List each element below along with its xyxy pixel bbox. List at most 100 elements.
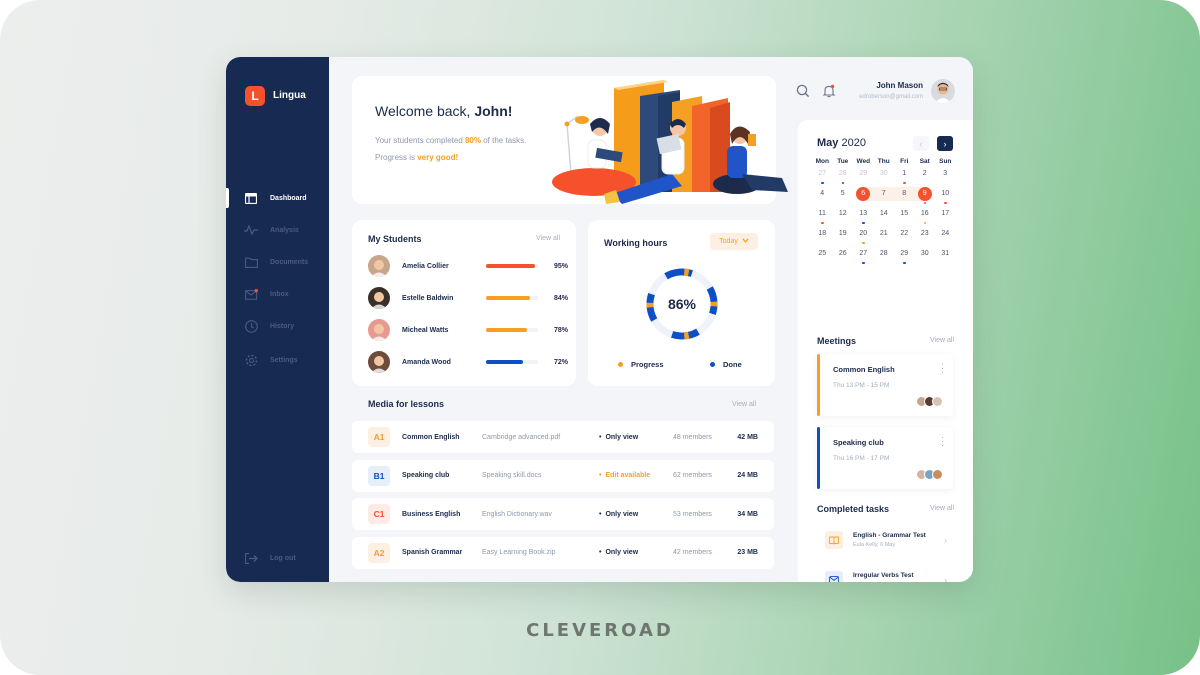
calendar-day[interactable]: 30 [874,166,895,185]
media-permission: • Only view [599,510,639,518]
calendar-day[interactable]: 8 [894,186,915,205]
calendar-day[interactable]: 3 [935,166,956,185]
calendar-day[interactable]: 29 [853,166,874,185]
calendar-week: 27 28 29 30 1 2 3 [812,166,964,185]
meetings-view-all-link[interactable]: View all [930,337,954,344]
sidebar: L Lingua Dashboard Analysis Documents In… [226,57,329,582]
meeting-card[interactable]: Common English Thu 13 PM - 15 PM · · · [817,354,953,416]
media-file[interactable]: Speaking skill.docs [482,472,599,479]
media-row[interactable]: C1 Business English English Dictionary.wav… [352,498,774,530]
calendar-day[interactable]: 6 [853,186,874,205]
meeting-time: Thu 16 PM - 17 PM [833,455,890,462]
calendar-day[interactable]: 22 [894,226,915,245]
meeting-card[interactable]: Speaking club Thu 16 PM - 17 PM · · · [817,427,953,489]
sidebar-item-settings[interactable]: Settings [226,349,329,371]
calendar-day[interactable]: 29 [894,246,915,265]
logout-button[interactable]: Log out [226,547,329,569]
sidebar-item-analysis[interactable]: Analysis [226,219,329,241]
media-row[interactable]: A1 Common English Cambridge advanced.pdf • O… [352,421,774,453]
calendar-day[interactable]: 30 [915,246,936,265]
calendar-day[interactable]: 28 [833,166,854,185]
donut-progress-segment [683,268,690,277]
calendar-day[interactable]: 31 [935,246,956,265]
media-title: Media for lessons [368,399,445,409]
calendar-day[interactable]: 27 [853,246,874,265]
calendar-day[interactable]: 9 [915,186,936,205]
media-row[interactable]: B1 Speaking club Speaking skill.docs • Edit … [352,459,774,492]
calendar-day[interactable]: 11 [812,206,833,225]
calendar-day[interactable]: 24 [935,226,956,245]
student-row[interactable]: Micheal Watts 78% [368,319,568,341]
calendar-day[interactable]: 28 [874,246,895,265]
student-percent: 84% [553,294,568,302]
calendar-day[interactable]: 27 [812,166,833,185]
media-view-all-link[interactable]: View all [732,401,756,408]
calendar-day[interactable]: 7 [874,186,895,205]
sidebar-item-label: Inbox [270,290,289,298]
app-window: L Lingua Dashboard Analysis Documents In… [226,57,973,582]
gear-icon [244,353,258,367]
sidebar-item-inbox[interactable]: Inbox [226,283,329,305]
media-file[interactable]: Cambridge advanced.pdf [482,434,599,441]
calendar-day[interactable]: 13 [853,206,874,225]
calendar-day[interactable]: 12 [833,206,854,225]
calendar-day[interactable]: 4 [812,186,833,205]
calendar-day[interactable]: 10 [935,186,956,205]
task-item[interactable]: English - Grammar Test Eula Kelly, 6 May › [817,523,953,557]
calendar-prev-button[interactable]: ‹ [913,136,929,151]
sidebar-item-documents[interactable]: Documents [226,251,329,273]
search-icon[interactable] [796,84,810,98]
calendar-week: 25 26 27 28 29 30 31 [812,246,964,265]
calendar-day[interactable]: 2 [915,166,936,185]
calendar-day[interactable]: 14 [874,206,895,225]
calendar-day[interactable]: 5 [833,186,854,205]
period-dropdown[interactable]: Today [710,233,758,250]
calendar-day[interactable]: 23 [915,226,936,245]
more-options-icon[interactable]: · · · [941,360,944,377]
dashboard-icon [244,191,258,205]
sidebar-item-dashboard[interactable]: Dashboard [226,187,329,209]
reading-people-illustration [552,80,788,204]
student-progress-bar [486,264,538,268]
calendar-day[interactable]: 15 [894,206,915,225]
calendar-day[interactable]: 19 [833,226,854,245]
calendar-next-button[interactable]: › [937,136,953,151]
user-name[interactable]: John Mason [876,81,923,90]
task-item[interactable]: Irregular Verbs TestOlive Garza, 4 May › [817,563,953,582]
media-file[interactable]: English Dictionary.wav [482,511,599,518]
period-label: Today [719,238,738,245]
calendar-day[interactable]: 16 [915,206,936,225]
calendar-day[interactable]: 17 [935,206,956,225]
student-progress-fill [486,264,536,268]
sidebar-item-label: History [270,322,295,330]
mail-icon [825,571,843,582]
event-dot [923,201,926,204]
bell-icon[interactable] [822,84,836,98]
more-options-icon[interactable]: · · · [941,433,944,450]
students-view-all-link[interactable]: View all [536,235,560,242]
media-row[interactable]: A2 Spanish Grammar Easy Learning Book.zip •… [352,536,774,569]
weekday-label: Sat [919,158,930,165]
calendar-grid: Mon Tue Wed Thu Fri Sat Sun 27 28 29 30 1 2 3 4 5 6 7 8 9 1… [812,158,964,265]
calendar-day[interactable]: 21 [874,226,895,245]
sidebar-item-history[interactable]: History [226,315,329,337]
meeting-participants [916,469,943,480]
student-row[interactable]: Estelle Baldwin 84% [368,287,568,309]
calendar-day[interactable]: 20 [853,226,874,245]
level-badge: A2 [368,542,390,563]
tasks-view-all-link[interactable]: View all [930,505,954,512]
calendar-day[interactable]: 25 [812,246,833,265]
task-subtitle: Eula Kelly, 6 May [853,542,896,548]
event-dot [903,261,906,264]
student-avatar [368,255,390,277]
calendar-day[interactable]: 18 [812,226,833,245]
level-badge: C1 [368,504,390,524]
student-row[interactable]: Amanda Wood 72% [368,351,568,373]
calendar-day[interactable]: 1 [894,166,915,185]
student-row[interactable]: Amelia Collier 95% [368,255,568,277]
calendar-day[interactable]: 26 [833,246,854,265]
media-file[interactable]: Easy Learning Book.zip [482,549,599,556]
logo-icon[interactable]: L [245,86,265,106]
meeting-participants [916,396,943,407]
user-avatar[interactable] [931,79,955,103]
